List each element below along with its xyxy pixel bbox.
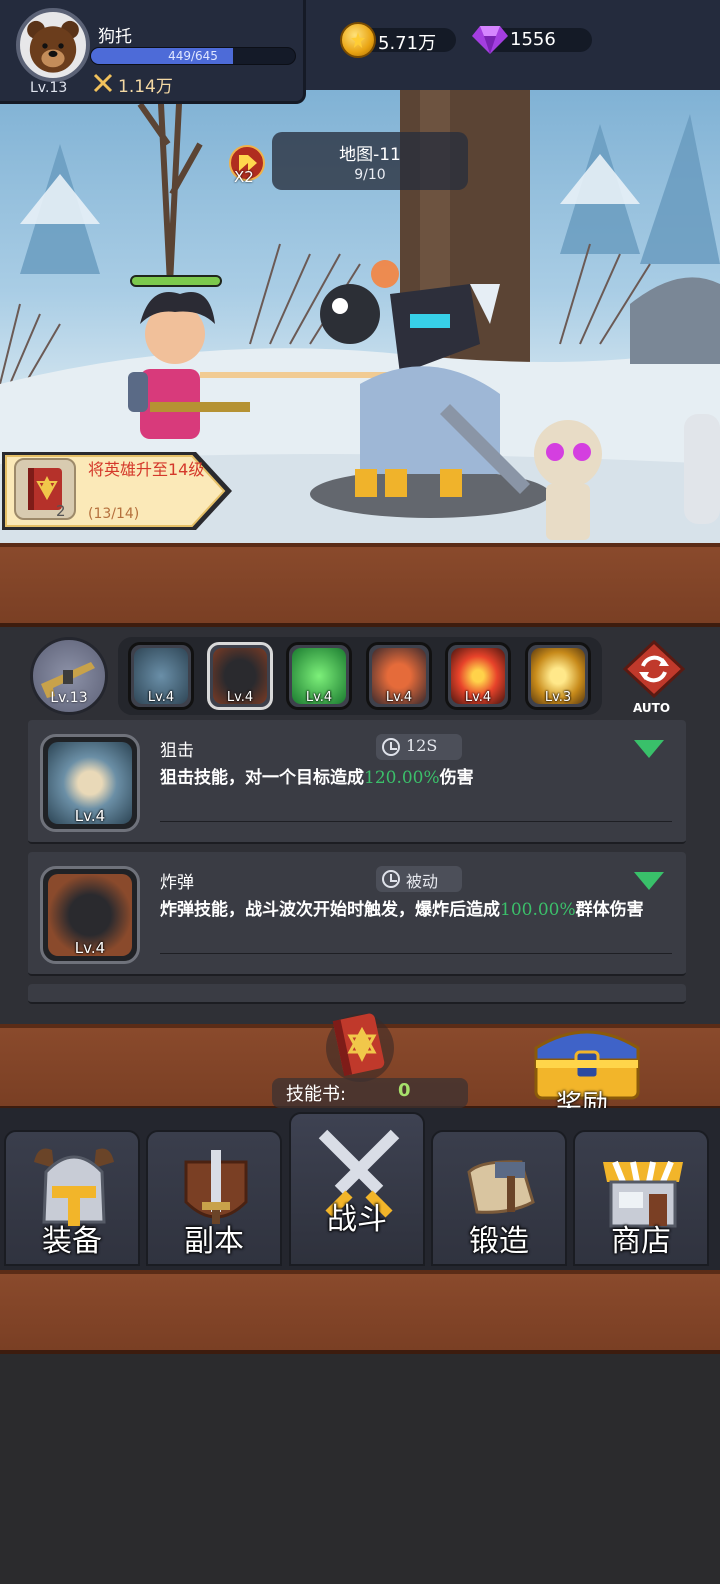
skill-slot-level: Lv.4 (305, 690, 333, 705)
player-name: 狗托 (98, 27, 132, 47)
skill-slot-poison[interactable]: Lv.4 (286, 642, 352, 710)
skill-passive-tag: 被动 (376, 866, 462, 892)
xp-bar: 449/645 (90, 47, 296, 65)
skill-description: 炸弹技能，战斗波次开始时触发，爆炸后造成100.00%群体伤害 (160, 898, 670, 922)
skill-slot-rage[interactable]: Lv.4 (366, 642, 432, 710)
expand-arrow-icon[interactable] (634, 740, 664, 758)
nav-tab-forge[interactable]: 锻造 (431, 1130, 567, 1266)
gold-coin-icon (340, 22, 376, 58)
skill-slot-bomb[interactable]: Lv.4 (207, 642, 273, 710)
nav-label: 商店 (611, 1224, 671, 1259)
nav-tab-battle[interactable]: 战斗 (289, 1112, 425, 1266)
skill-slot-lightning[interactable]: Lv.3 (525, 642, 591, 710)
weapon-level: Lv.13 (50, 690, 88, 706)
player-avatar[interactable] (16, 8, 90, 82)
nav-label: 副本 (184, 1224, 244, 1259)
nav-tab-shop[interactable]: 商店 (573, 1130, 709, 1266)
quest-progress: (13/14) (88, 506, 140, 522)
bear-avatar-icon (27, 20, 79, 73)
skill-card-icon-frame: Lv.4 (40, 866, 140, 964)
skill-slot-fireball[interactable]: Lv.4 (445, 642, 511, 710)
skill-cooldown-text: 12S (406, 736, 438, 755)
nav-label: 锻造 (469, 1224, 529, 1259)
gold-amount: 5.71万 (378, 33, 437, 54)
skill-desc-text: 炸弹技能，战斗波次开始时触发，爆炸后造成 (160, 900, 500, 920)
skill-desc-value: 100.00% (500, 900, 576, 920)
combat-power: 1.14万 (118, 77, 173, 97)
skill-slot-level: Lv.3 (544, 690, 572, 705)
hero-hp-fill (132, 277, 220, 285)
xp-text: 449/645 (168, 49, 218, 63)
skill-desc-text: 群体伤害 (575, 900, 644, 920)
auto-label: AUTO (633, 701, 671, 715)
wood-shelf-top (0, 543, 720, 627)
skill-desc-text: 狙击技能，对一个目标造成 (160, 768, 364, 788)
map-title: 地图-11 (339, 145, 401, 165)
skill-card-level: Lv.4 (74, 807, 106, 825)
gem-icon (472, 26, 508, 54)
divider (160, 821, 672, 822)
wood-shelf-bottom (0, 1270, 720, 1354)
clock-icon (382, 870, 400, 888)
skill-slot-level: Lv.4 (226, 690, 254, 705)
skill-slot-sniper[interactable]: Lv.4 (128, 642, 194, 710)
nav-tab-equipment[interactable]: 装备 (4, 1130, 140, 1266)
skill-name: 狙击 (160, 741, 194, 761)
crossed-swords-power-icon (93, 73, 113, 93)
skill-cooldown-tag: 12S (376, 734, 462, 760)
skill-card-sniper[interactable]: Lv.4 狙击 12S 狙击技能，对一个目标造成120.00%伤害 (28, 720, 686, 844)
speed-label: X2 (234, 168, 254, 186)
game-screen: X2 地图-11 9/10 2 将英雄升至14级 (13/14) Lv.13 狗… (0, 0, 720, 1584)
auto-toggle-button[interactable] (623, 640, 685, 698)
skill-name: 炸弹 (160, 873, 194, 893)
clock-icon (382, 738, 400, 756)
skill-slot-level: Lv.4 (464, 690, 492, 705)
spellbook-icon (14, 458, 76, 520)
skill-card-bomb[interactable]: Lv.4 炸弹 被动 炸弹技能，战斗波次开始时触发，爆炸后造成100.00%群体… (28, 852, 686, 976)
skill-card-partial[interactable] (28, 984, 686, 1004)
nav-label: 装备 (42, 1224, 102, 1259)
hero-hp-bar (130, 275, 222, 287)
wave-progress: 9/10 (354, 167, 386, 183)
quest-text: 将英雄升至14级 (88, 460, 205, 479)
skill-passive-text: 被动 (406, 872, 439, 891)
nav-tab-dungeon[interactable]: 副本 (146, 1130, 282, 1266)
quest-reward-count: 2 (56, 502, 66, 520)
skill-card-level: Lv.4 (74, 939, 106, 957)
player-level: Lv.13 (30, 80, 68, 96)
empty-bottom-area (0, 1354, 720, 1584)
skill-book-label: 技能书: (286, 1084, 347, 1105)
nav-label: 战斗 (327, 1202, 387, 1237)
skill-card-icon-frame: Lv.4 (40, 734, 140, 832)
skill-desc-text: 伤害 (439, 768, 474, 788)
skill-slot-level: Lv.4 (385, 690, 413, 705)
skill-desc-value: 120.00% (364, 768, 440, 788)
divider (160, 953, 672, 954)
gem-amount: 1556 (510, 29, 556, 50)
skill-description: 狙击技能，对一个目标造成120.00%伤害 (160, 766, 670, 790)
skill-book-count: 0 (398, 1080, 411, 1101)
skill-slot-level: Lv.4 (147, 690, 175, 705)
expand-arrow-icon[interactable] (634, 872, 664, 890)
skill-book-icon[interactable] (320, 1006, 400, 1086)
